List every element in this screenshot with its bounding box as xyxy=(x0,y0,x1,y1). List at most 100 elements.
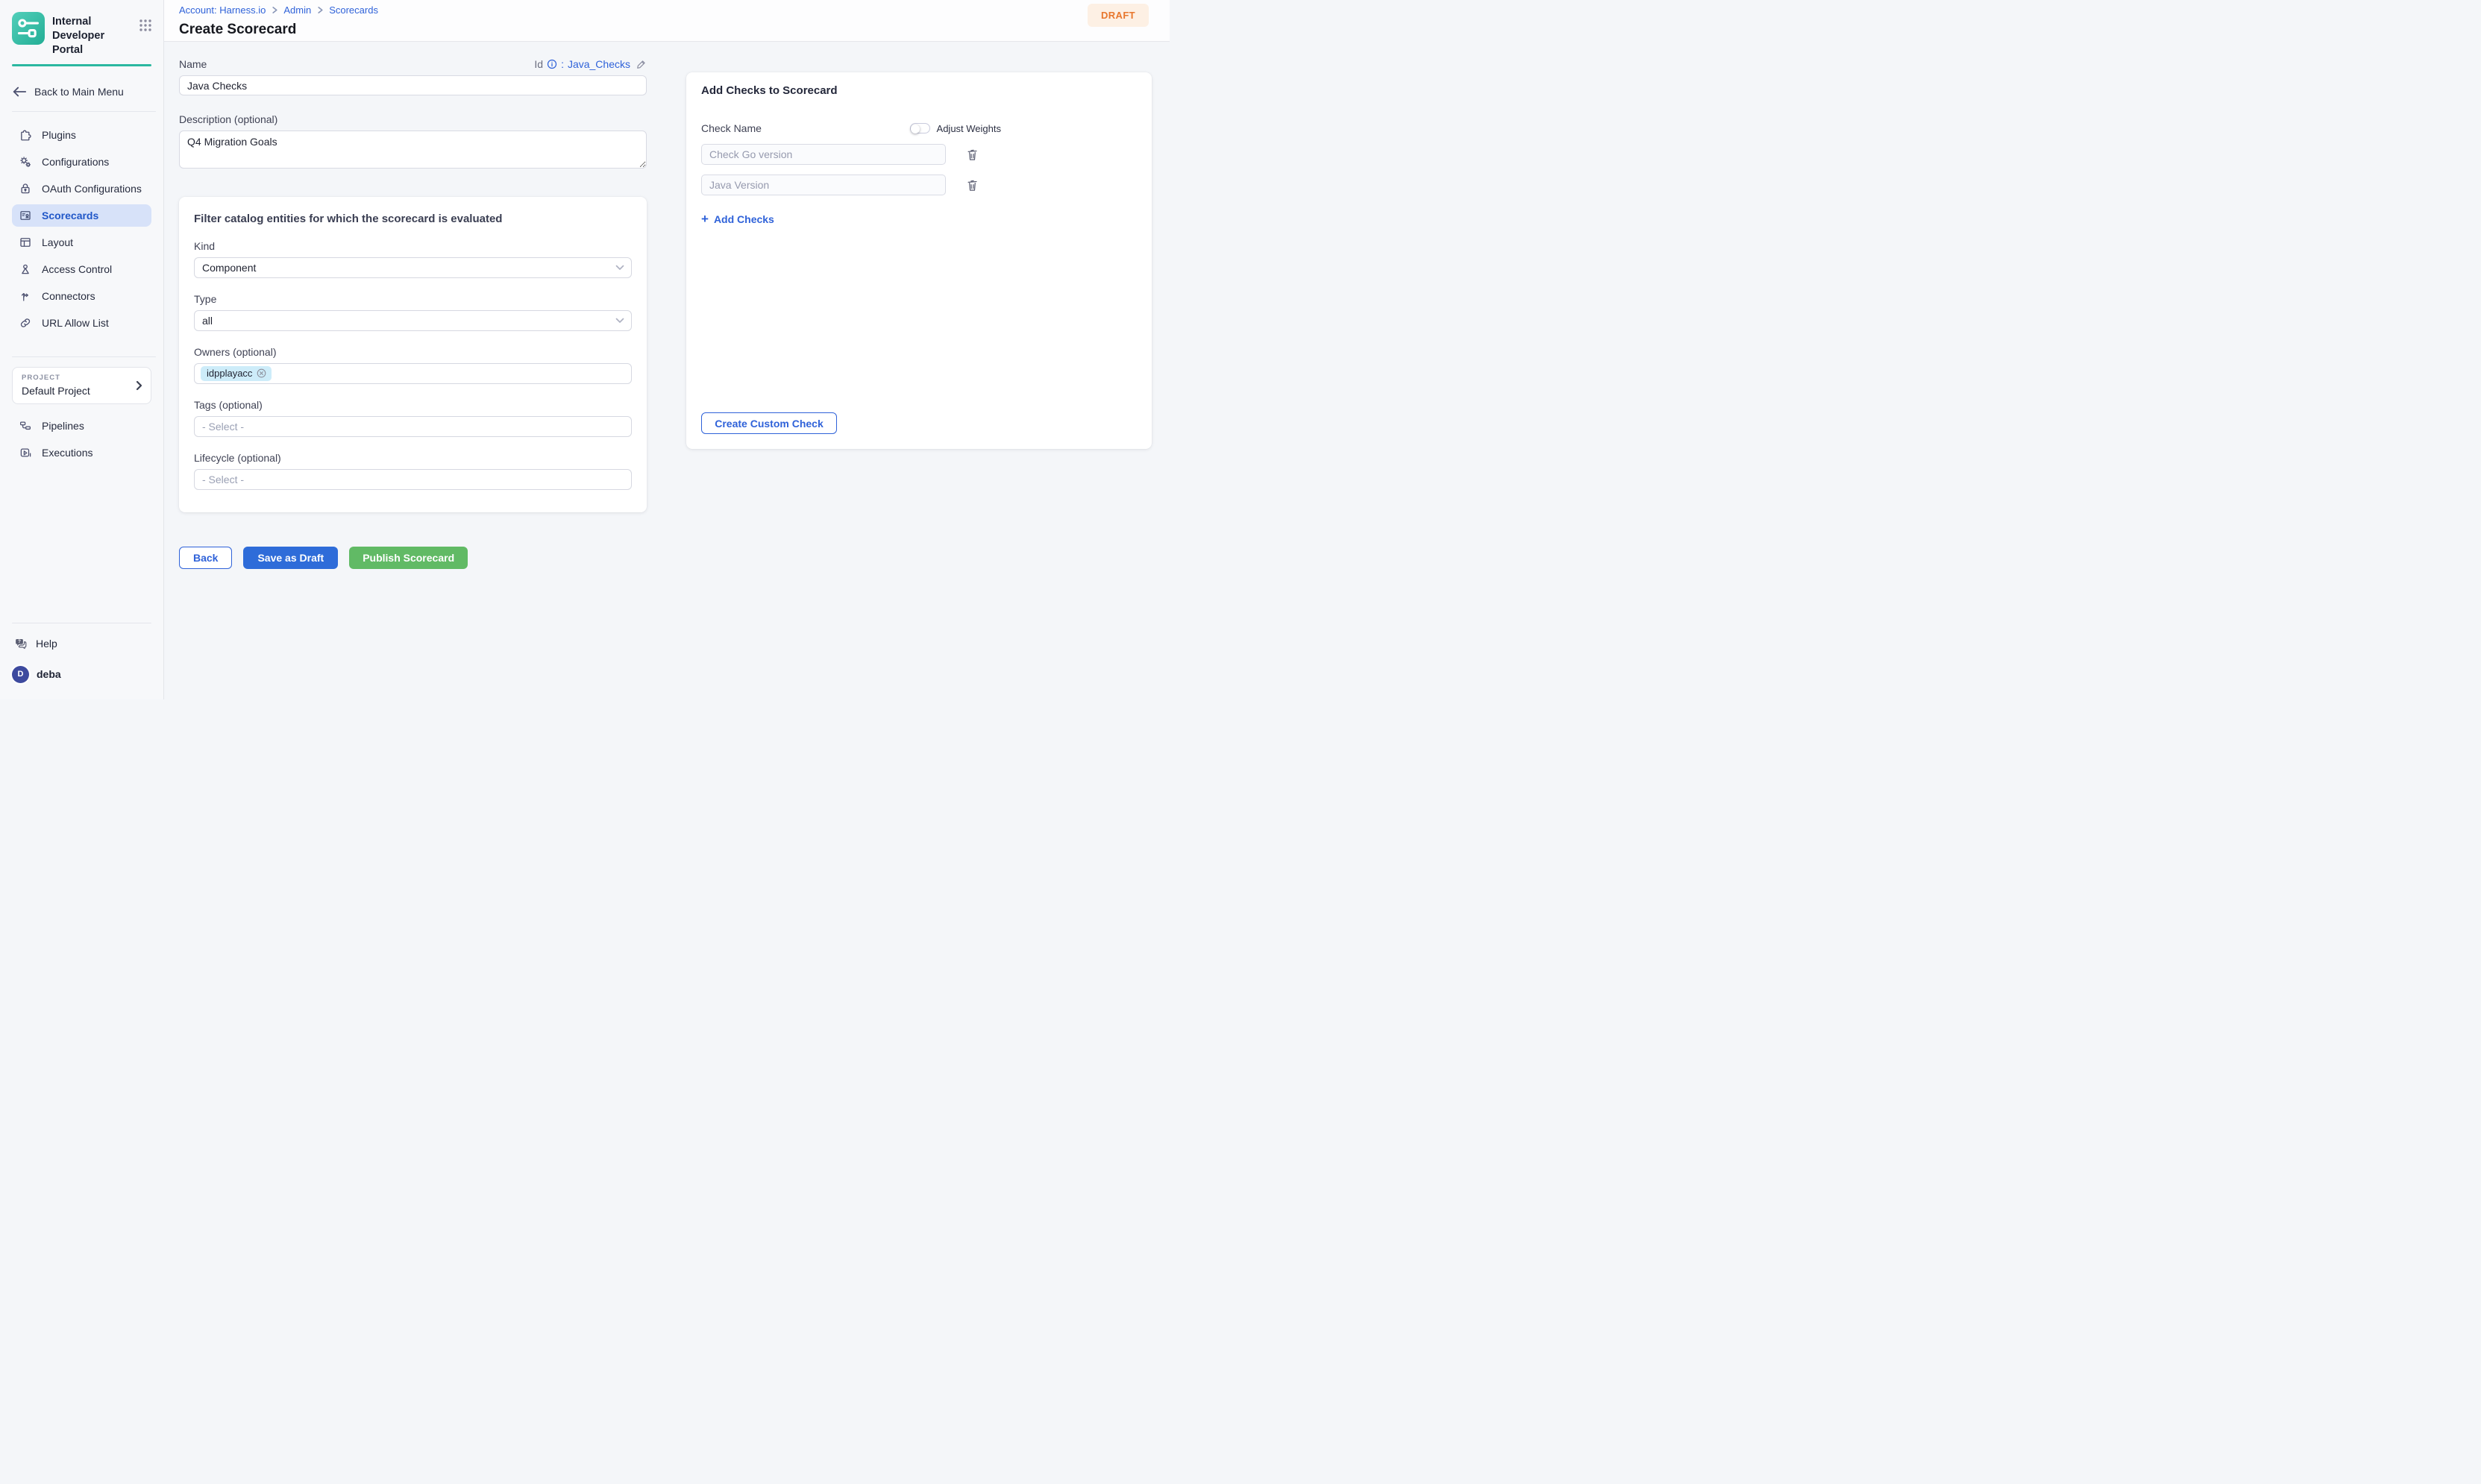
project-name: Default Project xyxy=(22,385,143,397)
tags-label: Tags (optional) xyxy=(194,399,632,411)
sidebar-item-scorecards[interactable]: Scorecards xyxy=(12,204,151,227)
sidebar-item-label: Pipelines xyxy=(42,420,84,432)
page-header: Account: Harness.io Admin Scorecards Cre… xyxy=(164,0,1170,42)
back-button[interactable]: Back xyxy=(179,547,232,569)
owner-chip: idpplayacc xyxy=(201,366,272,381)
description-textarea[interactable]: Q4 Migration Goals xyxy=(179,131,647,169)
save-as-draft-button[interactable]: Save as Draft xyxy=(243,547,338,569)
breadcrumb-admin[interactable]: Admin xyxy=(283,4,311,16)
toggle-knob xyxy=(911,125,920,133)
tags-select[interactable]: - Select - xyxy=(194,416,632,437)
check-input-1[interactable] xyxy=(701,144,946,165)
puzzle-icon xyxy=(18,128,33,142)
back-to-main-menu[interactable]: Back to Main Menu xyxy=(0,83,163,101)
status-badge: DRAFT xyxy=(1088,4,1149,27)
avatar: D xyxy=(12,666,29,683)
sidebar-item-layout[interactable]: Layout xyxy=(12,231,151,254)
sidebar-item-url-allow-list[interactable]: URL Allow List xyxy=(12,312,151,334)
name-input[interactable] xyxy=(179,75,647,95)
help-label: Help xyxy=(36,638,57,650)
sidebar-item-label: URL Allow List xyxy=(42,317,109,329)
lifecycle-select[interactable]: - Select - xyxy=(194,469,632,490)
project-label: PROJECT xyxy=(22,374,143,382)
filter-card: Filter catalog entities for which the sc… xyxy=(179,197,647,512)
kind-label: Kind xyxy=(194,240,632,252)
delete-check-icon[interactable] xyxy=(967,179,978,192)
brand-underline xyxy=(12,64,151,66)
breadcrumb-account[interactable]: Account: Harness.io xyxy=(179,4,266,16)
check-input-2[interactable] xyxy=(701,175,946,195)
scorecard-form: Name Id : Java_Checks xyxy=(179,52,647,699)
owners-input[interactable]: idpplayacc xyxy=(194,363,632,384)
name-label: Name xyxy=(179,58,207,70)
divider xyxy=(12,356,156,357)
delete-check-icon[interactable] xyxy=(967,148,978,161)
check-name-label: Check Name xyxy=(701,122,762,134)
help-button[interactable]: ? Help xyxy=(0,632,163,655)
remove-chip-icon[interactable] xyxy=(257,368,266,378)
add-checks-card: Add Checks to Scorecard Check Name Adjus… xyxy=(686,72,1152,449)
idp-logo-icon xyxy=(12,12,45,45)
create-custom-check-button[interactable]: Create Custom Check xyxy=(701,412,837,434)
arrow-left-icon xyxy=(12,86,27,98)
sidebar-item-label: OAuth Configurations xyxy=(42,183,142,195)
brand-title: Internal Developer Portal xyxy=(52,15,138,57)
edit-pencil-icon[interactable] xyxy=(636,59,647,70)
filter-title: Filter catalog entities for which the sc… xyxy=(194,213,632,225)
id-separator: : xyxy=(561,58,564,70)
scorecard-icon xyxy=(18,209,33,222)
breadcrumb: Account: Harness.io Admin Scorecards xyxy=(179,4,1152,16)
create-scorecard-page: Internal Developer Portal Back to Main M… xyxy=(0,0,1170,699)
app-grid-icon[interactable] xyxy=(138,18,153,33)
user-menu[interactable]: D deba xyxy=(0,662,163,686)
adjust-weights-label: Adjust Weights xyxy=(937,123,1001,134)
plus-icon: + xyxy=(701,213,709,225)
owners-label: Owners (optional) xyxy=(194,346,632,358)
sidebar-item-connectors[interactable]: Connectors xyxy=(12,285,151,307)
svg-text:?: ? xyxy=(18,639,21,644)
sidebar-item-configurations[interactable]: Configurations xyxy=(12,151,151,173)
sidebar-item-pipelines[interactable]: Pipelines xyxy=(12,415,151,437)
kind-value: Component xyxy=(202,262,256,274)
sidebar-item-label: Layout xyxy=(42,236,73,248)
info-icon[interactable] xyxy=(547,59,557,69)
sidebar-nav: Plugins Configurations xyxy=(0,124,163,339)
kind-select[interactable]: Component xyxy=(194,257,632,278)
description-label: Description (optional) xyxy=(179,113,647,125)
sidebar-item-plugins[interactable]: Plugins xyxy=(12,124,151,146)
owner-chip-label: idpplayacc xyxy=(207,368,252,379)
type-label: Type xyxy=(194,293,632,305)
chevron-down-icon xyxy=(615,265,624,271)
check-row xyxy=(701,144,1137,165)
help-chat-icon: ? xyxy=(13,637,28,650)
type-select[interactable]: all xyxy=(194,310,632,331)
type-value: all xyxy=(202,315,213,327)
chevron-right-icon xyxy=(134,380,143,391)
right-column: Add Checks to Scorecard Check Name Adjus… xyxy=(647,52,1152,699)
sidebar-item-label: Scorecards xyxy=(42,210,98,221)
add-checks-label: Add Checks xyxy=(714,213,774,225)
sidebar-item-label: Plugins xyxy=(42,129,76,141)
check-row xyxy=(701,175,1137,195)
user-name: deba xyxy=(37,668,61,680)
sidebar-item-label: Executions xyxy=(42,447,92,459)
person-icon xyxy=(18,262,33,276)
breadcrumb-scorecards[interactable]: Scorecards xyxy=(329,4,378,16)
content: Name Id : Java_Checks xyxy=(164,42,1170,699)
brand: Internal Developer Portal xyxy=(0,0,163,57)
id-value[interactable]: Java_Checks xyxy=(568,58,630,70)
play-icon xyxy=(18,446,33,459)
adjust-weights-toggle[interactable] xyxy=(910,123,930,133)
form-actions: Back Save as Draft Publish Scorecard xyxy=(179,547,647,569)
sidebar-item-label: Connectors xyxy=(42,290,95,302)
sidebar-item-oauth-configurations[interactable]: OAuth Configurations xyxy=(12,177,151,200)
sidebar-item-access-control[interactable]: Access Control xyxy=(12,258,151,280)
publish-scorecard-button[interactable]: Publish Scorecard xyxy=(349,547,468,569)
add-checks-button[interactable]: + Add Checks xyxy=(701,213,774,225)
layout-icon xyxy=(18,236,33,249)
main-area: Account: Harness.io Admin Scorecards Cre… xyxy=(164,0,1170,699)
gears-icon xyxy=(18,155,33,169)
sidebar-item-executions[interactable]: Executions xyxy=(12,441,151,464)
project-selector[interactable]: PROJECT Default Project xyxy=(12,367,151,404)
adjust-weights-control: Adjust Weights xyxy=(910,123,1001,134)
